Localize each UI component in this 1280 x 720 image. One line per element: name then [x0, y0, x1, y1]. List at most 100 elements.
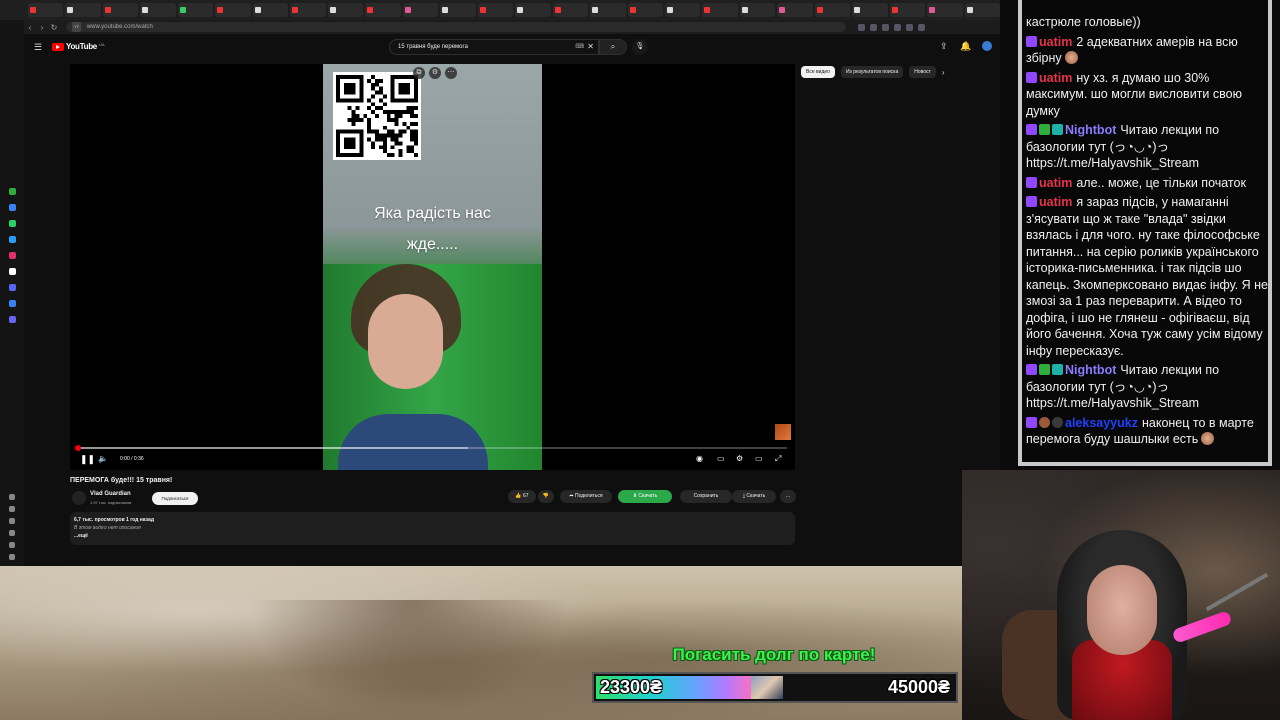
- chat-username[interactable]: uatim: [1039, 71, 1072, 85]
- download-icon: ⤓: [742, 493, 746, 499]
- browser-tab[interactable]: [964, 3, 1000, 17]
- extension-icon[interactable]: [918, 23, 925, 31]
- browser-tab[interactable]: [627, 3, 663, 17]
- hamburger-menu-icon[interactable]: ☰: [34, 42, 42, 53]
- fullscreen-icon[interactable]: ⤢: [775, 454, 781, 464]
- autoplay-toggle-icon[interactable]: ◉: [696, 454, 703, 463]
- chat-username[interactable]: uatim: [1039, 35, 1072, 49]
- search-input[interactable]: 15 травня буде перемога ⌨ ✕: [389, 39, 599, 55]
- description-box[interactable]: 6,7 тыс. просмотров 1 год назад В этом в…: [70, 512, 795, 545]
- sidebar-app-icon[interactable]: [9, 204, 16, 211]
- browser-tab[interactable]: [402, 3, 439, 17]
- sidebar-tool-icon[interactable]: [9, 542, 15, 548]
- sidebar-app-icon[interactable]: [9, 252, 16, 259]
- more-top-icon[interactable]: ⋯: [445, 67, 457, 79]
- progress-bar[interactable]: [75, 445, 787, 451]
- chevron-right-icon[interactable]: ›: [942, 68, 945, 77]
- settings-top-icon[interactable]: ⚙: [429, 67, 441, 79]
- browser-tab[interactable]: [515, 3, 551, 17]
- sidebar-tool-icon[interactable]: [9, 554, 15, 560]
- share-button[interactable]: ➦ Поделиться: [560, 490, 612, 503]
- browser-tab[interactable]: [327, 3, 364, 17]
- back-icon[interactable]: ‹: [24, 23, 36, 32]
- browser-tab[interactable]: [140, 3, 176, 17]
- browser-tab[interactable]: [440, 3, 476, 17]
- theater-mode-icon[interactable]: ▭: [755, 454, 763, 463]
- sidebar-app-icon[interactable]: [9, 300, 16, 307]
- voice-search-button[interactable]: 🎙: [632, 39, 648, 55]
- progress-knob[interactable]: [75, 445, 81, 451]
- upload-icon[interactable]: ⇪: [940, 41, 948, 52]
- browser-tab[interactable]: [365, 3, 401, 17]
- search-button[interactable]: ⌕: [599, 39, 627, 55]
- chat-username[interactable]: uatim: [1039, 195, 1072, 209]
- browser-tab[interactable]: [28, 3, 64, 17]
- download-ext-button[interactable]: ⬇ Скачать: [618, 490, 672, 503]
- endscreen-thumbnail[interactable]: [775, 424, 791, 440]
- browser-tab[interactable]: [65, 3, 101, 17]
- browser-tab[interactable]: [664, 3, 701, 17]
- browser-tab[interactable]: [852, 3, 888, 17]
- browser-tab[interactable]: [702, 3, 738, 17]
- cast-icon[interactable]: ⧉: [413, 67, 425, 79]
- browser-tab[interactable]: [252, 3, 289, 17]
- browser-tab[interactable]: [814, 3, 851, 17]
- channel-avatar[interactable]: [72, 491, 86, 505]
- browser-tab[interactable]: [590, 3, 626, 17]
- more-actions-button[interactable]: ...: [780, 490, 796, 503]
- settings-icon[interactable]: ⚙: [736, 454, 743, 463]
- sidebar-app-icon[interactable]: [9, 316, 16, 323]
- dislike-button[interactable]: 👎: [538, 490, 554, 503]
- browser-tab[interactable]: [739, 3, 776, 17]
- chat-username[interactable]: Nightbot: [1065, 123, 1116, 137]
- chat-username[interactable]: Nightbot: [1065, 363, 1116, 377]
- like-button[interactable]: 👍 67: [508, 490, 536, 503]
- browser-tab[interactable]: [102, 3, 139, 17]
- browser-tab[interactable]: [477, 3, 514, 17]
- browser-tab[interactable]: [552, 3, 589, 17]
- extension-icon[interactable]: [882, 23, 889, 31]
- subtitles-icon[interactable]: ▭: [717, 454, 725, 463]
- extension-icon[interactable]: [870, 23, 877, 31]
- sidebar-app-icon[interactable]: [9, 284, 16, 291]
- browser-tab[interactable]: [889, 3, 926, 17]
- subscribe-button[interactable]: Подписаться: [152, 492, 198, 505]
- keyboard-icon[interactable]: ⌨: [575, 40, 584, 54]
- notifications-bell-icon[interactable]: 🔔: [960, 41, 971, 52]
- forward-icon[interactable]: ›: [36, 23, 48, 32]
- chat-username[interactable]: aleksayyukz: [1065, 416, 1138, 430]
- chip-all-videos[interactable]: Все видео: [801, 66, 835, 78]
- sidebar-app-icon[interactable]: [9, 220, 16, 227]
- video-player[interactable]: Яка радість нас жде..... ⧉ ⚙ ⋯ ❚❚ 🔈 0:00…: [70, 64, 795, 470]
- clear-search-icon[interactable]: ✕: [587, 40, 594, 54]
- sidebar-tool-icon[interactable]: [9, 518, 15, 524]
- extension-icon[interactable]: [894, 23, 901, 31]
- youtube-logo[interactable]: YouTube UA: [52, 42, 105, 51]
- sidebar-tool-icon[interactable]: [9, 530, 15, 536]
- chip-news[interactable]: Новост: [909, 66, 936, 78]
- browser-tab[interactable]: [290, 3, 326, 17]
- chat-message: uatim але.. може, це тільки початок: [1026, 175, 1268, 192]
- extension-icon[interactable]: [858, 23, 865, 31]
- sidebar-app-icon[interactable]: [9, 268, 16, 275]
- sidebar-app-icon[interactable]: [9, 236, 16, 243]
- show-more-link[interactable]: ...ещё: [74, 533, 88, 539]
- browser-tab[interactable]: [927, 3, 963, 17]
- browser-tab[interactable]: [215, 3, 251, 17]
- reload-icon[interactable]: ↻: [48, 23, 60, 32]
- account-avatar[interactable]: [982, 41, 992, 51]
- sidebar-tool-icon[interactable]: [9, 494, 15, 500]
- download-button[interactable]: ⤓ Скачать: [732, 490, 776, 503]
- pause-icon[interactable]: ❚❚: [80, 454, 95, 465]
- url-field[interactable]: YT www.youtube.com/watch: [66, 22, 846, 32]
- extension-icon[interactable]: [906, 23, 913, 31]
- browser-tab[interactable]: [177, 3, 214, 17]
- sidebar-tool-icon[interactable]: [9, 506, 15, 512]
- chip-from-search[interactable]: Из результатов поиска: [840, 66, 904, 78]
- sidebar-app-icon[interactable]: [9, 188, 16, 195]
- save-button[interactable]: Сохранить: [680, 490, 732, 503]
- browser-tab[interactable]: [777, 3, 813, 17]
- volume-icon[interactable]: 🔈: [98, 454, 108, 463]
- channel-name[interactable]: Vlad Guardian: [90, 491, 131, 497]
- chat-username[interactable]: uatim: [1039, 176, 1072, 190]
